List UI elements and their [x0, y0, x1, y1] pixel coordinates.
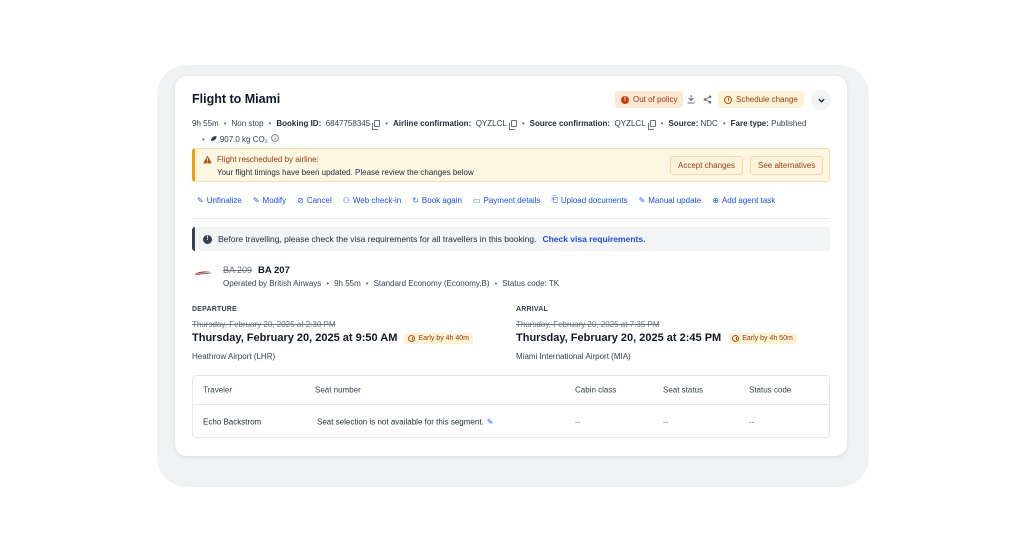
departure-section: DEPARTURE Thursday, February 20, 2025 at…: [192, 306, 474, 361]
co2-emission: • 907.0 kg CO₂: [202, 134, 279, 144]
column-header: Seat status: [663, 385, 704, 395]
clock-icon: [732, 334, 740, 342]
document-icon: ⎗: [551, 195, 558, 204]
cabin-class: --: [575, 417, 581, 426]
page-title: Flight to Miami: [192, 92, 281, 106]
unfinalize-action[interactable]: ✎ Unfinalize: [197, 195, 242, 205]
column-header: Status code: [749, 385, 792, 395]
seat-status: --: [663, 417, 669, 426]
alert-body: Your flight timings have been updated. P…: [217, 168, 474, 177]
booking-id: 6847758345: [325, 119, 371, 128]
manual-update-action[interactable]: ✎ Manual update: [639, 195, 702, 205]
column-header: Cabin class: [575, 385, 617, 395]
arrival-new-time: Thursday, February 20, 2025 at 2:45 PM: [516, 332, 722, 344]
out-of-policy-label: Out of policy: [633, 95, 678, 104]
edit-square-icon: ✎: [638, 195, 646, 205]
book-again-action[interactable]: ↻ Book again: [412, 195, 462, 205]
copy-icon[interactable]: [508, 120, 517, 130]
edit-seat-icon[interactable]: ✎: [487, 417, 494, 426]
table-header: Traveler Seat number Cabin class Seat st…: [193, 376, 829, 405]
info-icon: !: [203, 234, 212, 244]
clock-icon: [724, 95, 732, 104]
alert-title: Flight rescheduled by airline:: [217, 155, 319, 164]
copy-icon[interactable]: [647, 120, 656, 130]
payment-details-action[interactable]: ▭ Payment details: [473, 195, 540, 205]
old-flight-number: BA 209: [223, 265, 253, 275]
early-badge: Early by 4h 50m: [728, 332, 797, 344]
departure-airport: Heathrow Airport (LHR): [192, 352, 276, 361]
schedule-change-badge[interactable]: Schedule change: [718, 91, 804, 108]
info-icon: !: [621, 95, 629, 104]
card-icon: ▭: [472, 195, 481, 205]
new-flight-number: BA 207: [258, 265, 290, 276]
share-icon[interactable]: [700, 91, 714, 108]
pencil-icon: ✎: [197, 195, 204, 205]
see-alternatives-button[interactable]: See alternatives: [750, 156, 824, 175]
reschedule-alert: Flight rescheduled by airline: Your flig…: [192, 148, 830, 182]
accept-changes-button[interactable]: Accept changes: [670, 156, 743, 175]
expand-button[interactable]: [811, 90, 831, 110]
copy-icon[interactable]: [372, 120, 381, 130]
column-header: Seat number: [315, 385, 361, 395]
table-row: Echo Backstrom Seat selection is not ava…: [193, 405, 829, 438]
arrival-airport: Miami International Airport (MIA): [516, 352, 631, 361]
british-airways-logo: [194, 271, 212, 276]
info-icon[interactable]: [270, 134, 279, 144]
arrival-section: ARRIVAL Thursday, February 20, 2025 at 7…: [516, 306, 797, 361]
source-confirmation: QYZLCL: [614, 119, 646, 128]
clock-icon: [408, 334, 416, 342]
divider: [192, 218, 830, 219]
download-icon[interactable]: [684, 91, 698, 108]
departure-old-time: Thursday, February 20, 2025 at 2:30 PM: [192, 320, 336, 329]
cancel-action[interactable]: ⊘ Cancel: [297, 195, 332, 205]
out-of-policy-badge[interactable]: ! Out of policy: [615, 91, 684, 108]
column-header: Traveler: [203, 385, 233, 395]
warning-icon: [203, 155, 212, 164]
traveler-table: Traveler Seat number Cabin class Seat st…: [192, 375, 830, 438]
action-bar: ✎ Unfinalize ✎ Modify ⊘ Cancel ⚇ Web check-i…: [197, 195, 775, 205]
chevron-down-icon: [817, 98, 825, 103]
booking-card: Flight to Miami ! Out of policy Schedule…: [175, 76, 847, 456]
refresh-icon: ↻: [412, 195, 419, 205]
flight-details: Operated by British Airways • 9h 55m • Stand…: [223, 279, 560, 288]
status-code: --: [749, 417, 755, 426]
traveler-name: Echo Backstrom: [203, 417, 262, 426]
leaf-icon: [210, 135, 217, 144]
visa-notice-text: Before travelling, please check the visa…: [218, 234, 537, 244]
upload-documents-action[interactable]: ⎗ Upload documents: [551, 195, 627, 205]
schedule-change-label: Schedule change: [736, 95, 798, 104]
departure-new-time: Thursday, February 20, 2025 at 9:50 AM: [192, 332, 398, 344]
cancel-icon: ⊘: [297, 195, 304, 205]
check-visa-link[interactable]: Check visa requirements.: [542, 234, 645, 244]
edit-icon: ✎: [252, 195, 260, 205]
departure-label: DEPARTURE: [192, 306, 237, 313]
early-badge: Early by 4h 40m: [404, 332, 474, 344]
web-check-in-action[interactable]: ⚇ Web check-in: [343, 195, 402, 205]
add-agent-task-action[interactable]: ⊕ Add agent task: [712, 195, 775, 205]
booking-meta: 9h 55m • Non stop • Booking ID: 6847758345 • A…: [192, 119, 807, 130]
arrival-label: ARRIVAL: [516, 306, 548, 313]
arrival-old-time: Thursday, February 20, 2025 at 7:35 PM: [516, 320, 660, 329]
modify-action[interactable]: ✎ Modify: [253, 195, 286, 205]
people-icon: ⚇: [342, 195, 350, 205]
airline-confirmation: QYZLCL: [475, 119, 507, 128]
plus-circle-icon: ⊕: [712, 195, 719, 205]
visa-notice: ! Before travelling, please check the vi…: [192, 227, 830, 251]
seat-cell: Seat selection is not available for this…: [317, 417, 494, 426]
